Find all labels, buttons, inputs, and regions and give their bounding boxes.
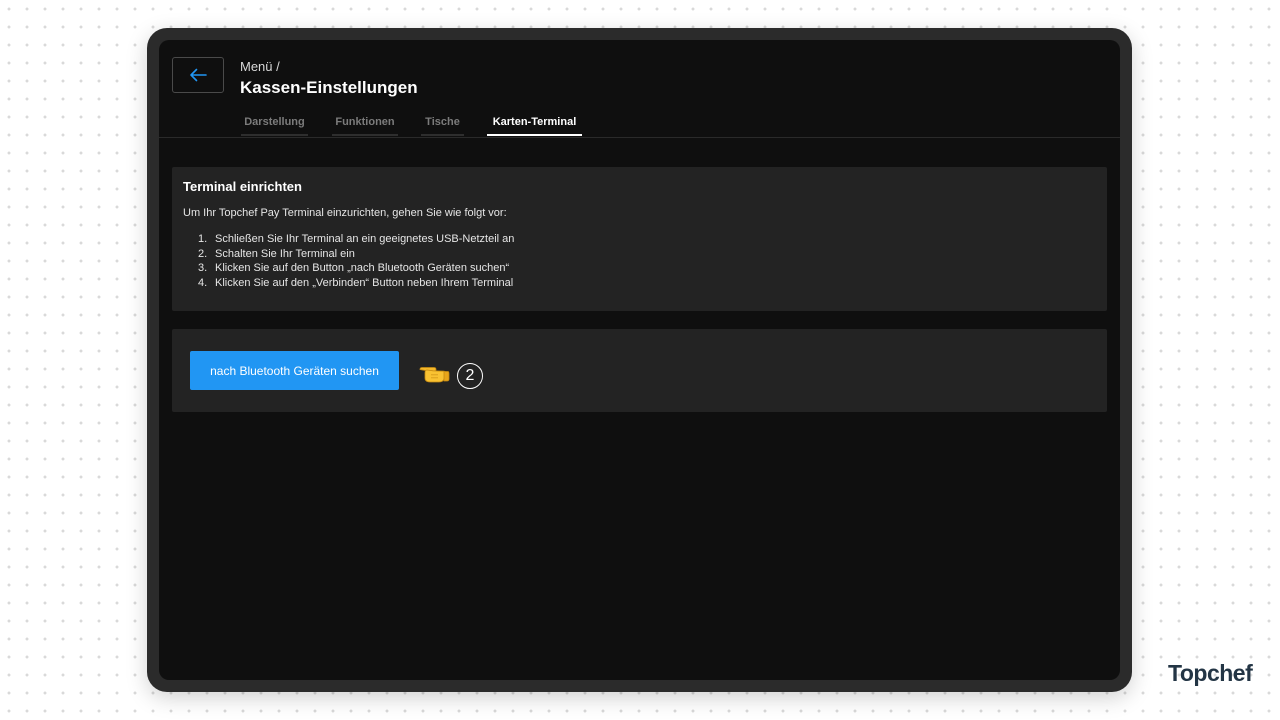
breadcrumb[interactable]: Menü / (240, 59, 280, 74)
tablet-screen: Menü / Kassen-Einstellungen Darstellung … (159, 40, 1120, 680)
terminal-setup-title: Terminal einrichten (183, 179, 302, 194)
bluetooth-search-button[interactable]: nach Bluetooth Geräten suchen (190, 351, 399, 390)
setup-steps-list: 1. Schließen Sie Ihr Terminal an ein geei… (198, 232, 514, 290)
tablet-frame: Menü / Kassen-Einstellungen Darstellung … (147, 28, 1132, 692)
tab-karten-terminal[interactable]: Karten-Terminal (487, 116, 582, 136)
pointing-hand-icon (418, 362, 450, 384)
terminal-setup-card: Terminal einrichten Um Ihr Topchef Pay T… (172, 167, 1107, 311)
topchef-logo: Topchef (1168, 660, 1253, 686)
tab-funktionen[interactable]: Funktionen (332, 116, 398, 136)
back-button[interactable] (172, 57, 224, 93)
step-number-badge: 2 (457, 363, 483, 389)
setup-step: 1. Schließen Sie Ihr Terminal an ein geei… (198, 233, 515, 245)
tab-bar: Darstellung Funktionen Tische Karten-Ter… (159, 116, 1120, 138)
setup-step: 4. Klicken Sie auf den „Verbinden“ Button… (198, 276, 514, 289)
arrow-left-icon (189, 68, 207, 82)
tab-darstellung[interactable]: Darstellung (241, 116, 308, 136)
tab-tische[interactable]: Tische (421, 116, 464, 136)
page-title: Kassen-Einstellungen (240, 78, 418, 97)
setup-step: 2. Schalten Sie Ihr Terminal ein (198, 247, 355, 260)
setup-step: 3. Klicken Sie auf den Button „nach Bluet… (198, 262, 510, 274)
terminal-setup-intro: Um Ihr Topchef Pay Terminal einzurichten… (183, 207, 507, 219)
bluetooth-search-card: nach Bluetooth Geräten suchen 2 (172, 329, 1107, 412)
